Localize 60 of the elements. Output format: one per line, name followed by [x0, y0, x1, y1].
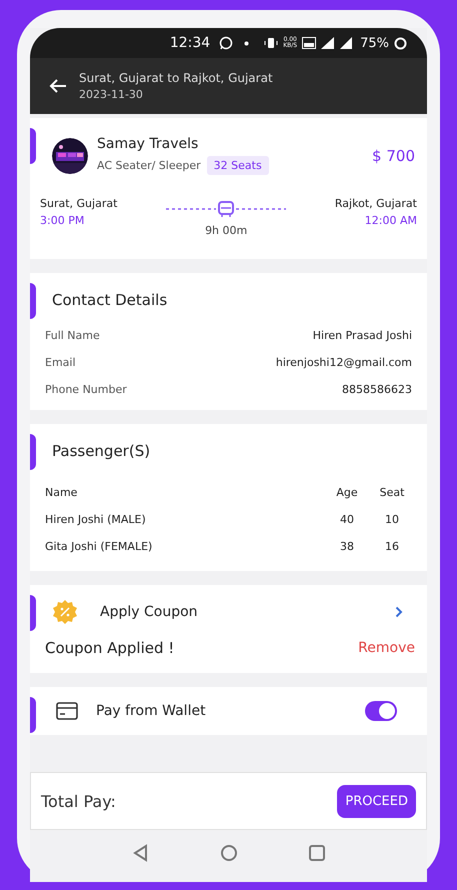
field-value: 8858586623 [342, 383, 412, 396]
field-value: Hiren Prasad Joshi [312, 329, 412, 342]
route-title: Surat, Gujarat to Rajkot, Gujarat [79, 71, 273, 85]
table-cell-text: 38 [339, 540, 355, 553]
card-icon [56, 702, 78, 720]
field-label: Full Name [45, 329, 100, 342]
vibrate-icon [264, 37, 278, 49]
departure-city: Surat, Gujarat [40, 197, 118, 210]
departure-time: 3:00 PM [40, 214, 86, 227]
table-cell-text: Gita Joshi (FEMALE) [45, 540, 154, 553]
seats-badge: 32 Seats [206, 156, 269, 175]
table-cell-text: 16 [384, 540, 400, 553]
section-title: Passenger(S) [51, 441, 152, 462]
nav-home-icon [220, 844, 238, 862]
table-cell-text: 10 [384, 513, 400, 526]
nav-back-icon [132, 844, 150, 862]
back-button[interactable] [49, 78, 67, 94]
table-cell-text: Hiren Joshi (MALE) [45, 513, 147, 526]
discount-badge-icon [52, 599, 78, 625]
battery-level: 75% [360, 36, 389, 50]
nav-recents-icon [308, 844, 326, 862]
field-label: Email [45, 356, 76, 369]
column-header: Age [335, 486, 359, 499]
arrival-time: 12:00 AM [364, 214, 417, 227]
total-label: Total Pay: [41, 792, 116, 810]
column-header: Name [45, 486, 78, 499]
operator-name: Samay Travels [97, 136, 200, 152]
accent-bar [30, 128, 36, 164]
section-title: Contact Details [51, 290, 168, 311]
table-cell-text: 40 [339, 513, 355, 526]
nav-home-button[interactable] [220, 844, 238, 862]
accent-bar [30, 434, 36, 470]
nav-recents-button[interactable] [308, 844, 326, 862]
accent-bar [30, 595, 36, 631]
coupon-label: Apply Coupon [100, 604, 199, 620]
back-arrow-icon [49, 78, 67, 94]
remove-link[interactable]: Remove [358, 640, 415, 656]
trip-duration: 9h 00m [205, 224, 248, 237]
field-value: hirenjoshi12@gmail.com [276, 356, 412, 369]
nav-back-button[interactable] [132, 844, 150, 862]
apply-coupon-row[interactable]: Apply Coupon [42, 585, 415, 625]
signal-icon [340, 37, 352, 49]
battery-icon [394, 36, 407, 50]
status-time: 12:34 [170, 35, 210, 51]
chevron-right-icon [395, 606, 403, 618]
column-header: Seat [378, 486, 406, 499]
wallet-switch[interactable] [365, 701, 397, 721]
accent-bar [30, 283, 36, 319]
travel-date: 2023-11-30 [79, 88, 144, 101]
bus-type: AC Seater/ Sleeper [97, 159, 201, 172]
signal-icon [321, 37, 336, 49]
dot-icon [244, 40, 250, 46]
proceed-button[interactable]: PROCEED [337, 784, 416, 818]
chat-icon [219, 36, 234, 50]
field-label: Phone Number [45, 383, 127, 396]
coupon-status: Coupon Applied ! [45, 639, 174, 657]
accent-bar [30, 697, 36, 733]
ticket-price: $ 700 [372, 146, 415, 164]
wallet-label: Pay from Wallet [96, 703, 207, 719]
arrival-city: Rajkot, Gujarat [334, 197, 417, 210]
